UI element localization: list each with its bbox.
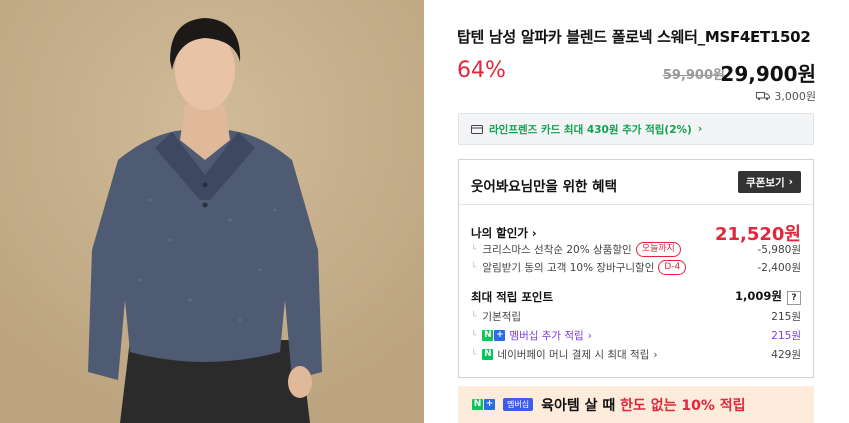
indent-icon: └ [471,330,477,341]
point-row: └ 기본적립 215원 [471,309,801,324]
indent-icon: └ [471,311,477,322]
naver-pay-icon: N [482,349,494,360]
product-title: 탑텐 남성 알파카 블렌드 폴로넥 스웨터_MSF4ET1502 [457,28,811,46]
discount-label: 알림받기 동의 고객 10% 장바구니할인 [482,262,655,274]
shipping-fee: 3,000원 [756,88,816,104]
naverpay-point-link[interactable]: 네이버페이 머니 결제 시 최대 적립 [497,347,649,362]
discount-rate: 64% [457,58,506,83]
original-price: 59,900원 [662,68,725,83]
discount-row: └ 알림받기 동의 고객 10% 장바구니할인 D-4 -2,400원 [471,260,801,275]
card-benefit-banner[interactable]: 라인프렌즈 카드 최대 430원 추가 적립(2%) › [458,113,814,145]
naver-plus-icon: N + [482,330,506,341]
point-label: 기본적립 [482,311,522,323]
indent-icon: └ [471,244,477,255]
membership-point-link[interactable]: 멤버십 추가 적립 [509,328,583,343]
chevron-right-icon: › [531,226,537,240]
indent-icon: └ [471,262,477,273]
discount-label: 크리스마스 선착순 20% 상품할인 [482,244,632,256]
membership-badge: 멤버십 [503,398,534,411]
discount-tag: 오늘까지 [635,242,681,257]
point-amount: 215원 [771,311,801,323]
discount-row: └ 크리스마스 선착순 20% 상품할인 오늘까지 -5,980원 [471,242,801,257]
card-benefit-text: 라인프렌즈 카드 최대 430원 추가 적립(2%) [489,123,692,136]
chevron-right-icon: › [587,329,592,342]
help-icon[interactable]: ? [787,291,801,305]
my-price-label: 나의 할인가 [471,226,528,240]
points-label: 최대 적립 포인트 [471,289,554,304]
point-amount: 429원 [771,349,801,361]
indent-icon: └ [471,349,477,360]
chevron-right-icon: › [788,176,793,188]
chevron-right-icon: › [653,348,658,361]
points-row: 최대 적립 포인트 1,009원? [471,288,801,305]
membership-ad-banner[interactable]: N + 멤버십 육아템 살 때 한도 없는 10% 적립 [458,386,814,423]
discount-amount: -2,400원 [757,262,801,274]
ad-text-pre: 육아템 살 때 [541,397,621,414]
ad-text-highlight: 한도 없는 10% 적립 [620,397,746,414]
point-row: └ N + 멤버십 추가 적립 › 215원 [471,328,801,343]
product-info-panel: 탑텐 남성 알파카 블렌드 폴로넥 스웨터_MSF4ET1502 64% 59,… [424,0,849,423]
my-price-link[interactable]: 나의 할인가 › [471,225,537,241]
benefit-box: 웃어봐요님만을 위한 혜택 쿠폰보기 › 나의 할인가 › 21,520원 └ 크리… [458,159,814,378]
coupon-view-label: 쿠폰보기 [746,176,785,189]
naver-plus-icon: N + [472,399,495,410]
benefit-header: 웃어봐요님만을 위한 혜택 [471,179,618,195]
divider [459,204,813,205]
shipping-fee-value: 3,000원 [774,90,816,103]
discount-tag: D-4 [658,260,687,275]
chevron-right-icon: › [697,123,703,135]
ad-text: 육아템 살 때 한도 없는 10% 적립 [541,395,745,415]
discount-amount: -5,980원 [757,244,801,256]
credit-card-icon [471,124,483,134]
coupon-view-button[interactable]: 쿠폰보기 › [738,171,801,193]
point-row: └ N 네이버페이 머니 결제 시 최대 적립 › 429원 [471,347,801,362]
model-illustration [0,0,424,423]
truck-icon [756,92,771,101]
points-total: 1,009원 [735,289,782,303]
product-image[interactable] [0,0,424,423]
sale-price: 29,900원 [720,62,816,86]
point-amount: 215원 [771,330,801,342]
